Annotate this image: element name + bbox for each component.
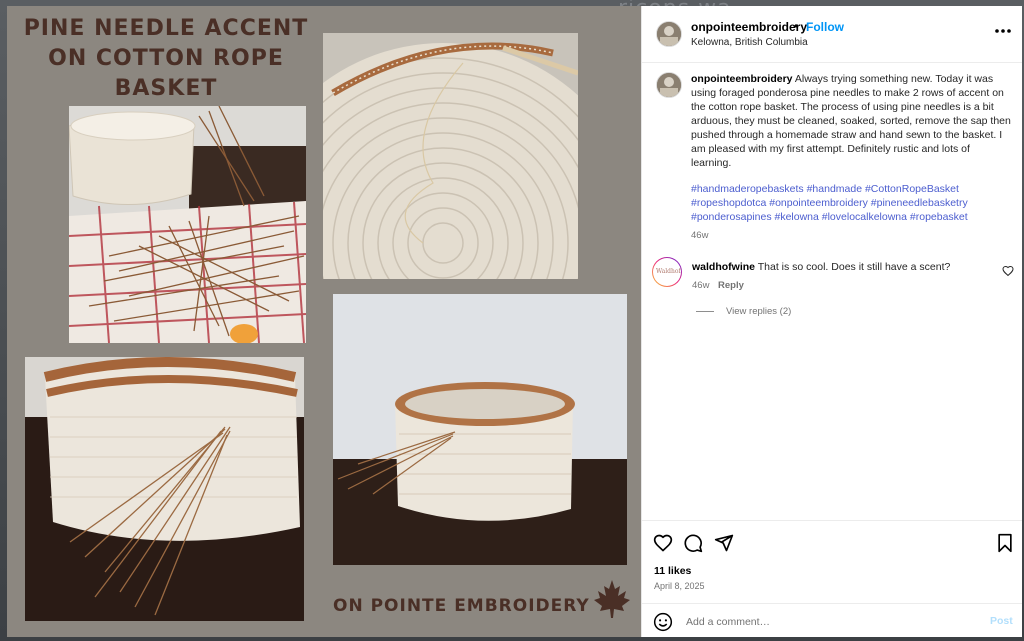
post-header: onpointeembroidery • Follow Kelowna, Bri… [642,6,1022,63]
view-replies-label: View replies (2) [726,306,792,317]
post-button[interactable]: Post [990,615,1013,627]
more-horizontal-icon[interactable] [993,24,1013,38]
header-username[interactable]: onpointeembroidery [691,20,807,34]
comment-text: waldhofwine That is so cool. Does it sti… [692,260,992,274]
location-link[interactable]: Kelowna, British Columbia [691,37,808,48]
heart-icon[interactable] [653,533,673,553]
post-actions: 11 likes April 8, 2025 Post [642,520,1022,638]
caption-body: Always trying something new. Today it wa… [691,73,1011,169]
photo-basket-interior [323,33,578,279]
image-footer: ON POINTE EMBROIDERY [333,596,590,616]
post-image[interactable]: PINE NEEDLE ACCENT ON COTTON ROPE BASKET [7,6,641,637]
caption-text: onpointeembroidery Always trying somethi… [691,72,1011,170]
caption-username[interactable]: onpointeembroidery [691,73,793,85]
avatar[interactable] [656,21,682,47]
comment-icon[interactable] [683,533,703,553]
post-side-panel: onpointeembroidery • Follow Kelowna, Bri… [641,6,1022,637]
follow-button[interactable]: Follow [806,20,844,34]
separator-dot: • [794,19,799,33]
caption-timestamp[interactable]: 46w [691,230,708,241]
image-title: PINE NEEDLE ACCENT ON COTTON ROPE BASKET [23,16,309,101]
share-icon[interactable] [714,533,734,553]
caption-hashtags[interactable]: #handmaderopebaskets #handmade #CottonRo… [691,182,1011,224]
bookmark-icon[interactable] [995,533,1015,553]
add-comment-bar: Post [642,603,1022,639]
emoji-icon[interactable] [653,612,673,632]
likes-count[interactable]: 11 likes [654,565,691,577]
view-replies-button[interactable]: View replies (2) [696,306,791,317]
reply-button[interactable]: Reply [718,280,744,291]
post-date[interactable]: April 8, 2025 [654,581,705,591]
heart-icon[interactable] [1002,265,1014,277]
photo-finished-basket [333,294,627,565]
avatar[interactable]: Waldhof [652,257,682,287]
comment-body: That is so cool. Does it still have a sc… [757,261,951,273]
replies-divider [696,310,714,312]
comment-username[interactable]: waldhofwine [692,261,755,273]
avatar[interactable] [656,72,682,98]
photo-basket-side [25,357,304,621]
comment-timestamp[interactable]: 46w [692,280,709,291]
maple-leaf-icon [594,580,630,618]
commenter-logo: Waldhof [656,261,681,283]
comment-input[interactable] [684,612,968,632]
photo-basket-on-towel [69,106,306,343]
